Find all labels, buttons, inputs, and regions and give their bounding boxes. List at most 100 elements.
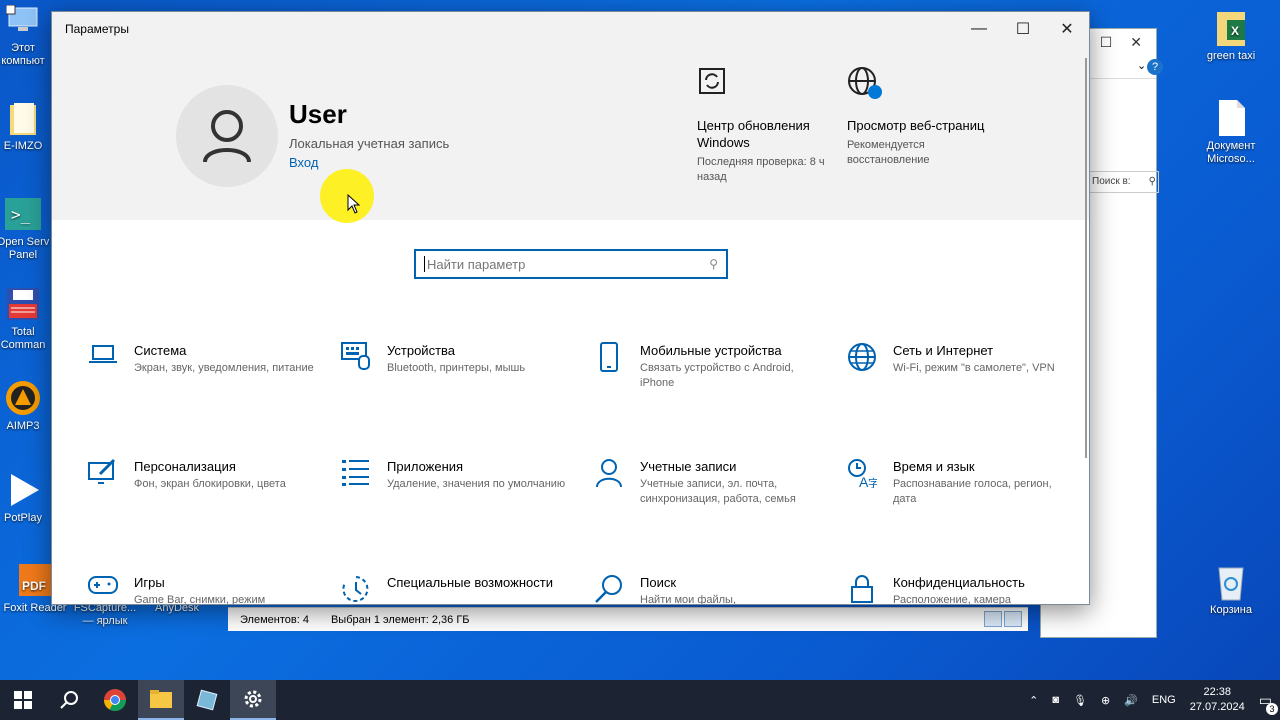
avatar[interactable] xyxy=(176,85,278,187)
desktop-icon-label: Open Serv Panel xyxy=(0,236,50,261)
app-icon xyxy=(196,689,218,711)
chevron-down-icon[interactable]: ⌄ xyxy=(1137,59,1146,72)
explorer-status-bar: Элементов: 4 Выбран 1 элемент: 2,36 ГБ xyxy=(228,607,1028,631)
help-icon[interactable]: ? xyxy=(1147,59,1163,75)
category-subtitle: Учетные записи, эл. почта, синхронизация… xyxy=(640,478,796,505)
network-icon[interactable]: ⊕ xyxy=(1101,694,1110,707)
category-subtitle: Bluetooth, принтеры, мышь xyxy=(387,362,526,374)
status-item-count: Элементов: 4 xyxy=(240,613,309,626)
settings-header: User Локальная учетная запись Вход Центр… xyxy=(52,46,1089,223)
category-title: Конфиденциальность xyxy=(893,575,1025,590)
desktop-icon-potplayer[interactable]: PotPlay xyxy=(0,472,58,525)
taskbar-app[interactable] xyxy=(184,680,230,720)
browsing-subtitle: Рекомендуется восстановление xyxy=(847,139,930,166)
update-title: Центр обновления Windows xyxy=(697,118,810,150)
category-subtitle: Фон, экран блокировки, цвета xyxy=(134,478,286,490)
category-title: Специальные возможности xyxy=(387,575,553,590)
terminal-icon: >_ xyxy=(5,196,41,232)
taskbar-file-explorer[interactable] xyxy=(138,680,184,720)
details-view-button[interactable] xyxy=(984,611,1002,627)
category-gaming[interactable]: Игры Game Bar, снимки, режим xyxy=(88,574,318,604)
desktop-icon-this-pc[interactable]: Этот компьют xyxy=(0,2,58,68)
desktop-icon-label: Total Comman xyxy=(0,326,46,351)
windows-logo-icon xyxy=(14,691,32,709)
category-subtitle: Расположение, камера xyxy=(893,594,1011,605)
category-subtitle: Экран, звук, уведомления, питание xyxy=(134,362,314,374)
category-accounts[interactable]: Учетные записи Учетные записи, эл. почта,… xyxy=(594,458,824,507)
desktop-icon-label: AIMP3 xyxy=(6,420,40,432)
globe-badge-icon xyxy=(848,67,882,99)
close-icon[interactable]: ✕ xyxy=(1130,34,1142,51)
desktop-icon-document[interactable]: Документ Microso... xyxy=(1196,100,1266,166)
desktop-icon-label: Этот компьют xyxy=(1,42,45,67)
svg-text:>_: >_ xyxy=(11,205,31,224)
desktop-icon-open-server[interactable]: >_ Open Serv Panel xyxy=(0,196,58,262)
taskbar-search-button[interactable] xyxy=(46,680,92,720)
system-tray: ⌃ ◙ 🎙 ⊕ 🔊 ENG 22:38 27.07.2024 ▭ 3 xyxy=(1029,685,1280,715)
update-tile[interactable]: Центр обновления Windows Последняя прове… xyxy=(697,66,847,185)
taskbar-settings[interactable] xyxy=(230,680,276,720)
notification-count: 3 xyxy=(1266,702,1278,715)
search-placeholder: Найти параметр xyxy=(427,256,526,272)
sign-in-link[interactable]: Вход xyxy=(289,155,318,170)
clock[interactable]: 22:38 27.07.2024 xyxy=(1190,685,1245,715)
update-icon xyxy=(699,68,725,94)
desktop-icon-aimp[interactable]: AIMP3 xyxy=(0,380,58,433)
accessibility-icon xyxy=(341,574,371,604)
account-type: Локальная учетная запись xyxy=(289,136,450,151)
user-name: User xyxy=(289,99,347,129)
gamepad-icon xyxy=(88,574,118,604)
aimp-icon xyxy=(5,380,41,416)
category-privacy[interactable]: Конфиденциальность Расположение, камера xyxy=(847,574,1077,605)
lock-icon xyxy=(847,574,877,604)
status-selection: Выбран 1 элемент: 2,36 ГБ xyxy=(330,613,470,626)
scrollbar[interactable] xyxy=(1085,58,1087,458)
browsing-title: Просмотр веб-страниц xyxy=(847,118,985,133)
phone-icon xyxy=(594,342,624,372)
svg-text:字: 字 xyxy=(868,476,877,488)
settings-search-input[interactable]: Найти параметр ⚲ xyxy=(414,249,728,279)
explorer-search-input[interactable]: Поиск в: ⚲ xyxy=(1089,171,1159,193)
browsing-tile[interactable]: Просмотр веб-страниц Рекомендуется восст… xyxy=(847,66,997,168)
desktop-icon-green-taxi[interactable]: X green taxi xyxy=(1196,10,1266,63)
maximize-icon[interactable]: ☐ xyxy=(1100,34,1113,51)
notification-center-button[interactable]: ▭ 3 xyxy=(1259,692,1278,715)
desktop-icon-label: PotPlay xyxy=(4,512,42,524)
category-search[interactable]: Поиск Найти мои файлы, xyxy=(594,574,824,605)
category-accessibility[interactable]: Специальные возможности xyxy=(341,574,571,604)
category-personalization[interactable]: Персонализация Фон, экран блокировки, цве… xyxy=(88,458,318,492)
folder-icon xyxy=(5,100,41,136)
desktop-icon-recycle-bin[interactable]: Корзина xyxy=(1196,564,1266,617)
start-button[interactable] xyxy=(0,680,46,720)
category-network[interactable]: Сеть и Интернет Wi-Fi, режим "в самолете"… xyxy=(847,342,1077,376)
category-devices[interactable]: Устройства Bluetooth, принтеры, мышь xyxy=(341,342,571,376)
chevron-up-icon[interactable]: ⌃ xyxy=(1029,694,1038,707)
desktop-icon-e-imzo[interactable]: E-IMZO xyxy=(0,100,58,153)
category-time-language[interactable]: A字 Время и язык Распознавание голоса, рег… xyxy=(847,458,1077,507)
taskbar-chrome[interactable] xyxy=(92,680,138,720)
globe-icon xyxy=(847,342,877,372)
chrome-icon xyxy=(104,689,126,711)
computer-icon xyxy=(5,2,41,38)
category-subtitle: Распознавание голоса, регион, дата xyxy=(893,478,1052,505)
meet-icon[interactable]: ◙ xyxy=(1052,694,1059,706)
category-title: Система xyxy=(134,343,187,358)
desktop-icon-total-commander[interactable]: Total Comman xyxy=(0,286,58,352)
language-indicator[interactable]: ENG xyxy=(1152,694,1176,706)
tiles-view-button[interactable] xyxy=(1004,611,1022,627)
category-phone[interactable]: Мобильные устройства Связать устройство с… xyxy=(594,342,824,391)
category-subtitle: Wi-Fi, режим "в самолете", VPN xyxy=(893,362,1055,374)
maximize-button[interactable]: ☐ xyxy=(1001,12,1045,46)
time-language-icon: A字 xyxy=(847,458,877,488)
search-icon: ⚲ xyxy=(1148,176,1156,187)
volume-icon[interactable]: 🔊 xyxy=(1124,694,1138,707)
close-button[interactable]: ✕ xyxy=(1045,12,1089,46)
category-subtitle: Удаление, значения по умолчанию xyxy=(387,478,566,490)
clock-date: 27.07.2024 xyxy=(1189,701,1245,713)
category-system[interactable]: Система Экран, звук, уведомления, питание xyxy=(88,342,318,376)
category-title: Время и язык xyxy=(893,459,975,474)
category-subtitle: Найти мои файлы, xyxy=(640,594,737,605)
microphone-icon[interactable]: 🎙 xyxy=(1073,694,1087,707)
category-apps[interactable]: Приложения Удаление, значения по умолчани… xyxy=(341,458,571,492)
minimize-button[interactable]: — xyxy=(957,12,1001,46)
